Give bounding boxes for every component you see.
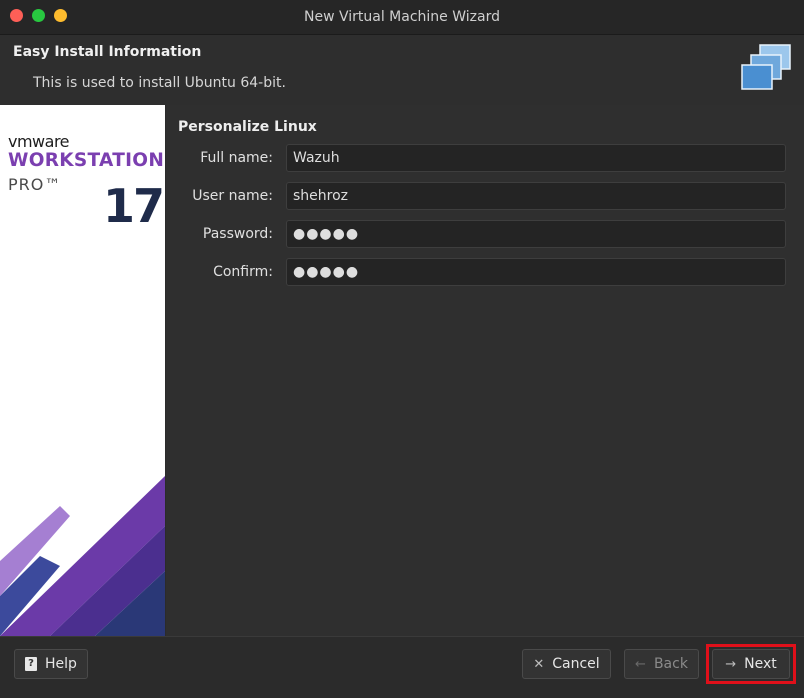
page-title: Easy Install Information (13, 44, 202, 60)
help-icon: ? (25, 657, 38, 671)
full-name-label: Full name: (200, 150, 273, 166)
section-title: Personalize Linux (178, 119, 317, 135)
back-button-label: Back (653, 656, 688, 672)
decorative-stripes (0, 476, 165, 636)
vmware-logo: vmware (8, 132, 70, 151)
product-edition: PRO™ (8, 175, 62, 194)
arrow-right-icon: → (725, 656, 737, 672)
branding-sidebar: vmware WORKSTATION PRO™ 17 (0, 105, 165, 636)
cancel-button[interactable]: ✕ Cancel (522, 649, 611, 679)
confirm-label: Confirm: (213, 264, 273, 280)
cancel-button-label: Cancel (552, 656, 600, 672)
help-button[interactable]: ? Help (14, 649, 88, 679)
user-name-input[interactable]: shehroz (286, 182, 786, 210)
next-button-label: Next (744, 656, 777, 672)
password-input[interactable]: ●●●●● (286, 220, 786, 248)
title-bar: New Virtual Machine Wizard (0, 0, 804, 35)
help-button-label: Help (45, 656, 77, 672)
virtual-machine-icon (741, 44, 791, 90)
password-label: Password: (202, 226, 273, 242)
full-name-input[interactable]: Wazuh (286, 144, 786, 172)
confirm-password-input[interactable]: ●●●●● (286, 258, 786, 286)
window-title: New Virtual Machine Wizard (304, 9, 500, 25)
wizard-header: Easy Install Information This is used to… (0, 35, 804, 105)
user-name-label: User name: (192, 188, 273, 204)
close-icon: ✕ (533, 656, 545, 672)
arrow-left-icon: ← (635, 656, 646, 672)
wizard-content: Personalize Linux Full name: Wazuh User … (166, 105, 804, 636)
back-button[interactable]: ← Back (624, 649, 699, 679)
next-button[interactable]: → Next (712, 649, 790, 679)
product-name: WORKSTATION (8, 150, 165, 171)
product-version: 17 (103, 179, 165, 233)
page-subtitle: This is used to install Ubuntu 64-bit. (33, 75, 286, 91)
